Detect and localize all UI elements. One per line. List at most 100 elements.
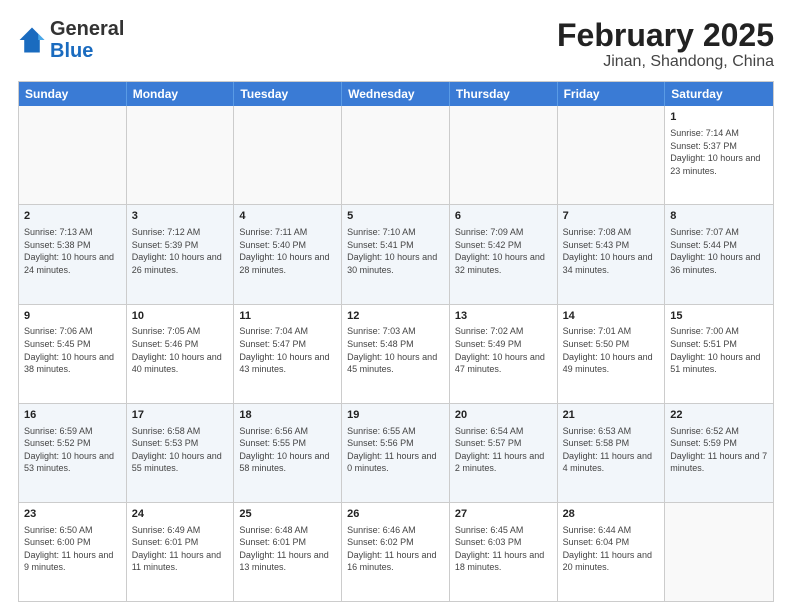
day-number: 18: [239, 408, 336, 423]
calendar-cell: [665, 503, 773, 601]
cell-details: Sunrise: 7:09 AM Sunset: 5:42 PM Dayligh…: [455, 226, 552, 276]
calendar-cell: 10Sunrise: 7:05 AM Sunset: 5:46 PM Dayli…: [127, 305, 235, 403]
logo-general: General: [50, 18, 124, 40]
calendar-cell: 9Sunrise: 7:06 AM Sunset: 5:45 PM Daylig…: [19, 305, 127, 403]
calendar-row: 23Sunrise: 6:50 AM Sunset: 6:00 PM Dayli…: [19, 503, 773, 601]
weekday-header: Sunday: [19, 82, 127, 106]
cell-details: Sunrise: 6:44 AM Sunset: 6:04 PM Dayligh…: [563, 524, 660, 574]
title-block: February 2025 Jinan, Shandong, China: [557, 18, 774, 71]
calendar-row: 2 Sunrise: 7:13 AM Sunset: 5:38 PM Daylig…: [19, 205, 773, 304]
weekday-header: Friday: [558, 82, 666, 106]
day-number: 16: [24, 408, 121, 423]
day-number: 20: [455, 408, 552, 423]
calendar-cell: 18 Sunrise: 6:56 AM Sunset: 5:55 PM Dayli…: [234, 404, 342, 502]
calendar-cell: 22 Sunrise: 6:52 AM Sunset: 5:59 PM Dayli…: [665, 404, 773, 502]
calendar-cell: 27Sunrise: 6:45 AM Sunset: 6:03 PM Dayli…: [450, 503, 558, 601]
cell-details: Sunrise: 7:04 AM Sunset: 5:47 PM Dayligh…: [239, 325, 336, 375]
calendar: SundayMondayTuesdayWednesdayThursdayFrid…: [18, 81, 774, 602]
calendar-cell: 28 Sunrise: 6:44 AM Sunset: 6:04 PM Dayli…: [558, 503, 666, 601]
cell-details: Sunrise: 7:10 AM Sunset: 5:41 PM Dayligh…: [347, 226, 444, 276]
cell-details: Sunrise: 7:11 AM Sunset: 5:40 PM Dayligh…: [239, 226, 336, 276]
calendar-cell: 12Sunrise: 7:03 AM Sunset: 5:48 PM Dayli…: [342, 305, 450, 403]
calendar-cell: 15Sunrise: 7:00 AM Sunset: 5:51 PM Dayli…: [665, 305, 773, 403]
calendar-row: 16 Sunrise: 6:59 AM Sunset: 5:52 PM Dayli…: [19, 404, 773, 503]
calendar-cell: 5 Sunrise: 7:10 AM Sunset: 5:41 PM Daylig…: [342, 205, 450, 303]
cell-details: Sunrise: 7:13 AM Sunset: 5:38 PM Dayligh…: [24, 226, 121, 276]
day-number: 12: [347, 309, 444, 324]
cell-details: Sunrise: 6:49 AM Sunset: 6:01 PM Dayligh…: [132, 524, 229, 574]
day-number: 2: [24, 209, 121, 224]
calendar-cell: 11Sunrise: 7:04 AM Sunset: 5:47 PM Dayli…: [234, 305, 342, 403]
day-number: 11: [239, 309, 336, 324]
calendar-cell: 8 Sunrise: 7:07 AM Sunset: 5:44 PM Daylig…: [665, 205, 773, 303]
calendar-body: 1Sunrise: 7:14 AM Sunset: 5:37 PM Daylig…: [19, 106, 773, 601]
day-number: 3: [132, 209, 229, 224]
page: General Blue February 2025 Jinan, Shando…: [0, 0, 792, 612]
day-number: 21: [563, 408, 660, 423]
calendar-cell: [450, 106, 558, 204]
calendar-cell: 16 Sunrise: 6:59 AM Sunset: 5:52 PM Dayli…: [19, 404, 127, 502]
day-number: 9: [24, 309, 121, 324]
day-number: 1: [670, 110, 768, 125]
calendar-cell: 13Sunrise: 7:02 AM Sunset: 5:49 PM Dayli…: [450, 305, 558, 403]
logo: General Blue: [18, 18, 124, 62]
calendar-cell: 24 Sunrise: 6:49 AM Sunset: 6:01 PM Dayli…: [127, 503, 235, 601]
day-number: 24: [132, 507, 229, 522]
logo-blue: Blue: [50, 40, 93, 62]
calendar-cell: 1Sunrise: 7:14 AM Sunset: 5:37 PM Daylig…: [665, 106, 773, 204]
cell-details: Sunrise: 7:00 AM Sunset: 5:51 PM Dayligh…: [670, 325, 768, 375]
day-number: 25: [239, 507, 336, 522]
calendar-cell: 2 Sunrise: 7:13 AM Sunset: 5:38 PM Daylig…: [19, 205, 127, 303]
logo-icon: [18, 26, 46, 54]
cell-details: Sunrise: 7:08 AM Sunset: 5:43 PM Dayligh…: [563, 226, 660, 276]
calendar-cell: [558, 106, 666, 204]
calendar-cell: 14Sunrise: 7:01 AM Sunset: 5:50 PM Dayli…: [558, 305, 666, 403]
calendar-cell: 3 Sunrise: 7:12 AM Sunset: 5:39 PM Daylig…: [127, 205, 235, 303]
cell-details: Sunrise: 6:55 AM Sunset: 5:56 PM Dayligh…: [347, 425, 444, 475]
cell-details: Sunrise: 7:05 AM Sunset: 5:46 PM Dayligh…: [132, 325, 229, 375]
weekday-header: Thursday: [450, 82, 558, 106]
day-number: 13: [455, 309, 552, 324]
weekday-header: Saturday: [665, 82, 773, 106]
calendar-cell: [234, 106, 342, 204]
calendar-cell: 26Sunrise: 6:46 AM Sunset: 6:02 PM Dayli…: [342, 503, 450, 601]
day-number: 23: [24, 507, 121, 522]
calendar-cell: 21Sunrise: 6:53 AM Sunset: 5:58 PM Dayli…: [558, 404, 666, 502]
day-number: 28: [563, 507, 660, 522]
cell-details: Sunrise: 6:52 AM Sunset: 5:59 PM Dayligh…: [670, 425, 768, 475]
calendar-cell: [127, 106, 235, 204]
calendar-subtitle: Jinan, Shandong, China: [557, 53, 774, 71]
cell-details: Sunrise: 6:54 AM Sunset: 5:57 PM Dayligh…: [455, 425, 552, 475]
cell-details: Sunrise: 7:02 AM Sunset: 5:49 PM Dayligh…: [455, 325, 552, 375]
cell-details: Sunrise: 7:12 AM Sunset: 5:39 PM Dayligh…: [132, 226, 229, 276]
calendar-title: February 2025: [557, 18, 774, 53]
day-number: 4: [239, 209, 336, 224]
weekday-header: Tuesday: [234, 82, 342, 106]
cell-details: Sunrise: 6:56 AM Sunset: 5:55 PM Dayligh…: [239, 425, 336, 475]
day-number: 26: [347, 507, 444, 522]
calendar-cell: 19 Sunrise: 6:55 AM Sunset: 5:56 PM Dayli…: [342, 404, 450, 502]
calendar-row: 9Sunrise: 7:06 AM Sunset: 5:45 PM Daylig…: [19, 305, 773, 404]
cell-details: Sunrise: 6:59 AM Sunset: 5:52 PM Dayligh…: [24, 425, 121, 475]
day-number: 19: [347, 408, 444, 423]
day-number: 8: [670, 209, 768, 224]
weekday-header: Monday: [127, 82, 235, 106]
day-number: 10: [132, 309, 229, 324]
calendar-cell: [19, 106, 127, 204]
calendar-cell: 7 Sunrise: 7:08 AM Sunset: 5:43 PM Daylig…: [558, 205, 666, 303]
calendar-cell: 20 Sunrise: 6:54 AM Sunset: 5:57 PM Dayli…: [450, 404, 558, 502]
calendar-cell: [342, 106, 450, 204]
cell-details: Sunrise: 6:48 AM Sunset: 6:01 PM Dayligh…: [239, 524, 336, 574]
cell-details: Sunrise: 7:07 AM Sunset: 5:44 PM Dayligh…: [670, 226, 768, 276]
calendar-cell: 17Sunrise: 6:58 AM Sunset: 5:53 PM Dayli…: [127, 404, 235, 502]
day-number: 5: [347, 209, 444, 224]
weekday-header: Wednesday: [342, 82, 450, 106]
day-number: 17: [132, 408, 229, 423]
cell-details: Sunrise: 7:03 AM Sunset: 5:48 PM Dayligh…: [347, 325, 444, 375]
day-number: 15: [670, 309, 768, 324]
calendar-cell: 4 Sunrise: 7:11 AM Sunset: 5:40 PM Daylig…: [234, 205, 342, 303]
day-number: 7: [563, 209, 660, 224]
calendar-cell: 6Sunrise: 7:09 AM Sunset: 5:42 PM Daylig…: [450, 205, 558, 303]
day-number: 22: [670, 408, 768, 423]
cell-details: Sunrise: 6:45 AM Sunset: 6:03 PM Dayligh…: [455, 524, 552, 574]
